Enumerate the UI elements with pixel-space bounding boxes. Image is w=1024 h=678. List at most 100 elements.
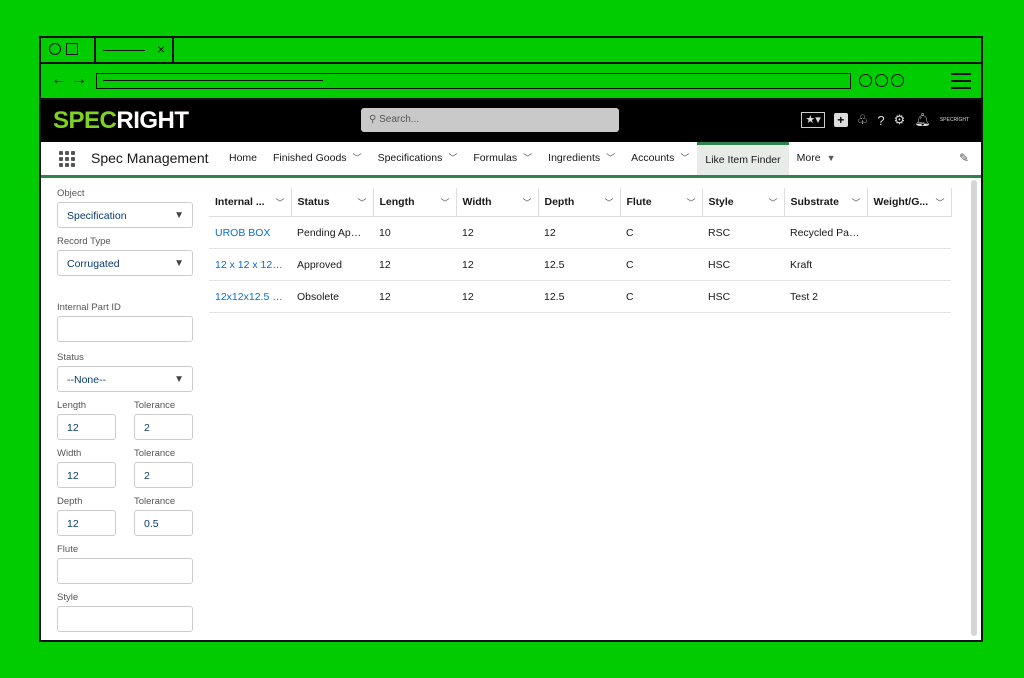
table-cell (867, 280, 951, 313)
help-icon[interactable]: ? (877, 113, 884, 128)
caret-down-icon[interactable]: ▼ (827, 153, 836, 163)
chevron-down-icon[interactable]: ﹀ (851, 196, 860, 209)
nav-item-specifications[interactable]: Specifications ﹀ (370, 142, 466, 175)
column-header[interactable]: Status ﹀ (291, 188, 374, 217)
table-row: 12 x 12 x 12 - ... Approved 12 12 12.5 C… (209, 248, 951, 281)
flute-input[interactable] (57, 558, 193, 584)
status-label: Status (57, 352, 84, 363)
notifications-bell-icon[interactable]: 🔔︎ (914, 112, 931, 128)
chevron-down-icon[interactable]: ﹀ (768, 196, 777, 209)
length-tolerance-input[interactable]: 2 (134, 414, 193, 440)
width-input[interactable]: 12 (57, 462, 116, 488)
trailhead-icon[interactable]: ♧ (857, 112, 869, 128)
back-forward-icons[interactable]: ←→ (51, 71, 91, 89)
app-launcher-icon[interactable] (59, 151, 75, 167)
table-cell (867, 216, 951, 249)
dropdown-arrow-icon: ▼ (174, 210, 184, 221)
column-header[interactable]: Substrate ﹀ (784, 188, 868, 217)
chevron-down-icon[interactable]: ﹀ (686, 196, 695, 209)
depth-tolerance-input[interactable]: 0.5 (134, 510, 193, 536)
dropdown-arrow-icon: ▼ (174, 374, 184, 385)
table-cell (867, 248, 951, 281)
chevron-down-icon[interactable]: ﹀ (680, 153, 689, 163)
column-header[interactable]: Width ﹀ (456, 188, 539, 217)
chevron-down-icon[interactable]: ﹀ (523, 153, 532, 163)
record-type-select[interactable]: Corrugated ▼ (57, 250, 193, 276)
filter-panel: Object Specification ▼ Record Type Corrug… (57, 188, 193, 632)
address-bar[interactable] (96, 73, 851, 89)
browser-extension-icons[interactable] (859, 74, 904, 87)
edit-nav-pencil-icon[interactable]: ✎ (959, 151, 969, 165)
style-input[interactable] (57, 606, 193, 632)
record-type-label: Record Type (57, 236, 111, 247)
global-actions-plus-icon[interactable]: + (833, 113, 848, 127)
column-header[interactable]: Depth ﹀ (538, 188, 621, 217)
window-maximize-button[interactable] (66, 43, 78, 55)
nav-item-finished-goods[interactable]: Finished Goods ﹀ (265, 142, 370, 175)
column-header[interactable]: Weight/G... ﹀ (867, 188, 952, 217)
record-link[interactable]: 12 x 12 x 12 - ... (209, 248, 291, 281)
chevron-down-icon[interactable]: ﹀ (275, 196, 284, 209)
chevron-down-icon[interactable]: ﹀ (448, 153, 457, 163)
table-header-row: Internal ... ﹀ Status ﹀ Length ﹀ Width ﹀ Dep… (209, 188, 952, 217)
internal-part-id-input[interactable] (57, 316, 193, 342)
browser-tab[interactable] (103, 50, 145, 51)
window-controls (49, 43, 78, 55)
main-content: Object Specification ▼ Record Type Corrug… (41, 178, 981, 640)
address-bar-row: ←→ (41, 64, 981, 100)
specright-logo[interactable]: SPECRIGHT (53, 107, 189, 135)
table-cell: Kraft (784, 248, 867, 281)
table-cell: C (620, 248, 702, 281)
nav-item-home[interactable]: Home (221, 142, 265, 175)
column-header[interactable]: Style ﹀ (702, 188, 785, 217)
record-link[interactable]: 12x12x12.5 H... (209, 280, 291, 313)
depth-label: Depth (57, 496, 83, 507)
nav-item-accounts[interactable]: Accounts ﹀ (623, 142, 697, 175)
depth-tolerance-label: Tolerance (134, 496, 176, 507)
chevron-down-icon[interactable]: ﹀ (604, 196, 613, 209)
length-input[interactable]: 12 (57, 414, 116, 440)
user-avatar[interactable]: SPECRIGHT (940, 117, 969, 123)
width-tolerance-label: Tolerance (134, 448, 176, 459)
record-link[interactable]: UROB BOX (209, 216, 291, 249)
favorites-star-icon[interactable]: ★▾ (801, 112, 825, 128)
table-cell: 12.5 (538, 280, 620, 313)
object-select[interactable]: Specification ▼ (57, 202, 193, 228)
tab-divider (94, 38, 96, 62)
dropdown-arrow-icon: ▼ (174, 258, 184, 269)
chevron-down-icon[interactable]: ﹀ (440, 196, 449, 209)
table-cell: Obsolete (291, 280, 373, 313)
chevron-down-icon[interactable]: ﹀ (606, 153, 615, 163)
nav-items: Home Finished Goods ﹀ Specifications ﹀ For… (221, 142, 844, 175)
status-select[interactable]: --None-- ▼ (57, 366, 193, 392)
hamburger-menu-icon[interactable] (951, 73, 971, 94)
tab-close-icon[interactable]: × (157, 41, 165, 57)
object-label: Object (57, 188, 85, 199)
vertical-scrollbar[interactable] (971, 180, 977, 636)
nav-item-like-item-finder[interactable]: Like Item Finder (697, 142, 789, 175)
width-tolerance-input[interactable]: 2 (134, 462, 193, 488)
setup-gear-icon[interactable]: ⚙ (894, 112, 906, 128)
app-header: SPECRIGHT ⚲ Search... ★▾ + ♧ ? ⚙ 🔔︎ SPEC… (41, 100, 981, 142)
table-cell: 10 (373, 216, 456, 249)
global-search-input[interactable]: ⚲ Search... (361, 108, 619, 132)
chevron-down-icon[interactable]: ﹀ (357, 196, 366, 209)
column-header[interactable]: Flute ﹀ (620, 188, 703, 217)
flute-label: Flute (57, 544, 79, 555)
nav-item-formulas[interactable]: Formulas ﹀ (465, 142, 540, 175)
nav-item-more[interactable]: More ▼ (789, 142, 844, 175)
table-cell: 12 (456, 216, 538, 249)
table-cell: 12 (373, 248, 456, 281)
table-cell: Recycled Paper (784, 216, 867, 249)
depth-input[interactable]: 12 (57, 510, 116, 536)
table-row: UROB BOX Pending Appr... 10 12 12 C RSC … (209, 216, 951, 249)
tab-divider (172, 38, 174, 62)
nav-item-ingredients[interactable]: Ingredients ﹀ (540, 142, 623, 175)
chevron-down-icon[interactable]: ﹀ (935, 196, 944, 209)
table-cell: RSC (702, 216, 784, 249)
column-header[interactable]: Internal ... ﹀ (209, 188, 292, 217)
column-header[interactable]: Length ﹀ (373, 188, 457, 217)
chevron-down-icon[interactable]: ﹀ (353, 153, 362, 163)
chevron-down-icon[interactable]: ﹀ (522, 196, 531, 209)
window-close-button[interactable] (49, 43, 61, 55)
